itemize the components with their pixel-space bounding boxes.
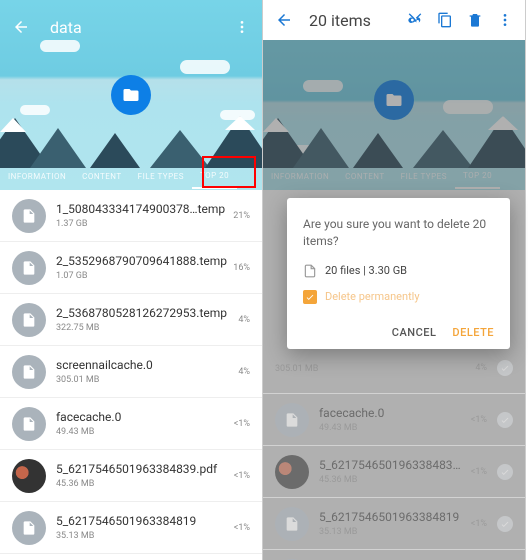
file-name: 2_5352968790709641888.temp — [56, 254, 227, 268]
check-icon[interactable] — [497, 412, 513, 428]
header: data INFORMATION CONTENT FILE TYPES TOP … — [0, 0, 262, 190]
list-item[interactable]: facecache.0 49.43 MB <1% — [263, 394, 525, 446]
file-icon — [12, 407, 46, 441]
file-percent: <1% — [234, 471, 250, 481]
list-item[interactable]: 5_6217546501963384819 35.13 MB <1% — [263, 498, 525, 550]
file-icon — [12, 251, 46, 285]
file-icon — [12, 303, 46, 337]
cancel-button[interactable]: CANCEL — [392, 326, 437, 339]
check-icon[interactable] — [497, 360, 513, 376]
file-size: 305.01 MB — [56, 375, 232, 385]
file-name: facecache.0 — [56, 410, 228, 424]
file-percent: <1% — [471, 415, 487, 425]
list-item[interactable]: map_cache.db22.11 MB <1% — [263, 550, 525, 560]
file-name: 5_6217546501963384819 — [319, 510, 465, 524]
file-size: 1.07 GB — [56, 271, 227, 281]
file-icon — [12, 355, 46, 389]
file-name: facecache.0 — [319, 406, 465, 420]
file-percent: 4% — [475, 363, 487, 373]
delete-permanently: Delete permanently — [303, 290, 494, 304]
list-item[interactable]: 2_5368780528126272953.temp 322.75 MB 4% — [0, 294, 262, 346]
file-size: 45.36 MB — [56, 479, 228, 489]
file-percent: 16% — [233, 263, 250, 273]
back-icon[interactable] — [12, 18, 30, 36]
tab-information[interactable]: INFORMATION — [0, 166, 74, 188]
file-icon — [12, 511, 46, 545]
list-item[interactable]: 5_6217546501963384839.pdf 45.36 MB <1% — [0, 450, 262, 502]
file-percent: <1% — [234, 523, 250, 533]
file-name: 5_6217546501963384839.pdf — [319, 458, 465, 472]
file-name: 2_5368780528126272953.temp — [56, 306, 232, 320]
more-icon[interactable] — [497, 12, 513, 28]
selection-title: 20 items — [309, 11, 371, 30]
file-icon — [303, 264, 317, 278]
list-item[interactable]: facecache.0 49.43 MB <1% — [0, 398, 262, 450]
delete-dialog: Are you sure you want to delete 20 items… — [287, 198, 510, 349]
file-list: 305.01 MB 4% facecache.0 49.43 MB <1% 5_6… — [263, 342, 525, 560]
list-item[interactable]: screennailcache.0 305.01 MB 4% — [0, 346, 262, 398]
list-item[interactable]: 5_6217546501963384839.pdf 45.36 MB <1% — [263, 446, 525, 498]
file-percent: 4% — [238, 315, 250, 325]
tab-top20[interactable]: TOP 20 — [192, 165, 237, 189]
file-size: 322.75 MB — [56, 323, 232, 333]
pdf-icon — [12, 459, 46, 493]
check-icon[interactable] — [497, 516, 513, 532]
folder-icon — [111, 75, 151, 115]
back-icon[interactable] — [275, 11, 293, 29]
screen-data: data INFORMATION CONTENT FILE TYPES TOP … — [0, 0, 263, 560]
dialog-summary: 20 files | 3.30 GB — [303, 264, 494, 278]
file-list: 1_508043334174900378…temp 1.37 GB 21% 2_5… — [0, 190, 262, 560]
file-size: 45.36 MB — [319, 475, 465, 485]
file-name: 5_6217546501963384839.pdf — [56, 462, 228, 476]
file-percent: 4% — [238, 367, 250, 377]
check-icon[interactable] — [497, 464, 513, 480]
file-percent: 21% — [233, 211, 250, 221]
more-icon[interactable] — [234, 19, 250, 35]
list-item[interactable]: map_cache.db22.11 MB <1% — [0, 554, 262, 560]
file-percent: <1% — [471, 467, 487, 477]
perm-label: Delete permanently — [325, 290, 420, 303]
dialog-summary-text: 20 files | 3.30 GB — [325, 264, 407, 277]
file-size: 35.13 MB — [56, 531, 228, 541]
file-icon — [275, 403, 309, 437]
file-icon — [275, 507, 309, 541]
delete-icon[interactable] — [467, 12, 483, 28]
file-percent: <1% — [234, 419, 250, 429]
file-icon — [12, 199, 46, 233]
file-size: 49.43 MB — [56, 427, 228, 437]
file-name: 1_508043334174900378…temp — [56, 202, 227, 216]
list-item[interactable]: 1_508043334174900378…temp 1.37 GB 21% — [0, 190, 262, 242]
dialog-message: Are you sure you want to delete 20 items… — [303, 216, 494, 250]
file-name: screennailcache.0 — [56, 358, 232, 372]
pdf-icon — [275, 455, 309, 489]
file-size: 49.43 MB — [319, 423, 465, 433]
copy-icon[interactable] — [437, 12, 453, 28]
checkbox-checked-icon[interactable] — [303, 290, 317, 304]
file-name: 5_6217546501963384819 — [56, 514, 228, 528]
tab-content[interactable]: CONTENT — [74, 166, 130, 188]
file-size: 1.37 GB — [56, 219, 227, 229]
cut-icon[interactable] — [407, 12, 423, 28]
list-item[interactable]: 2_5352968790709641888.temp 1.07 GB 16% — [0, 242, 262, 294]
file-size: 35.13 MB — [319, 527, 465, 537]
page-title: data — [50, 18, 82, 37]
file-percent: <1% — [471, 519, 487, 529]
selection-toolbar: 20 items — [263, 0, 525, 40]
list-item[interactable]: 5_6217546501963384819 35.13 MB <1% — [0, 502, 262, 554]
tab-file-types[interactable]: FILE TYPES — [130, 166, 192, 188]
list-item[interactable]: 305.01 MB 4% — [263, 342, 525, 394]
file-size: 305.01 MB — [275, 364, 469, 374]
delete-button[interactable]: DELETE — [452, 326, 494, 339]
tab-bar: INFORMATION CONTENT FILE TYPES TOP 20 — [0, 164, 262, 190]
